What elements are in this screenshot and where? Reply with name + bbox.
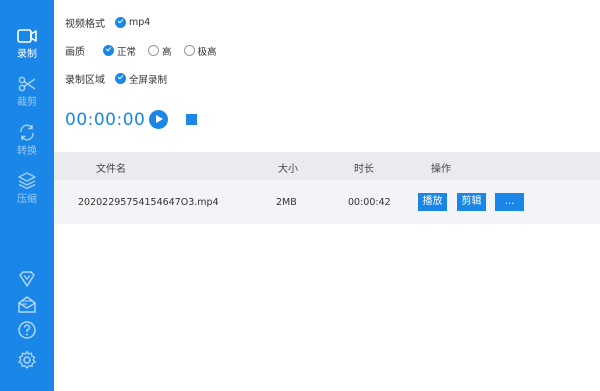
radio-icon [148,45,160,56]
sidebar-item-label: 裁剪 [17,97,37,108]
diamond-icon[interactable] [17,269,37,289]
play-file-button[interactable]: 播放 [418,193,447,211]
stop-button[interactable] [186,114,197,125]
column-header-size[interactable]: 大小 [278,160,298,175]
checked-icon [115,73,126,84]
radio-icon [183,45,195,56]
quality-row: 画质 正常 高 极高 [65,43,229,58]
quality-option-high[interactable]: 高 [148,44,172,58]
file-duration: 00:00:42 [348,197,391,208]
play-button[interactable] [149,110,168,129]
more-options-button[interactable]: ... [495,193,524,211]
format-label: 视频格式 [65,19,105,30]
format-row: 视频格式 mp4 [65,15,162,30]
sidebar: 录制 裁剪 转换 压缩 [0,0,54,391]
sidebar-item-convert[interactable]: 转换 [0,124,54,157]
sidebar-item-label: 转换 [17,146,37,157]
table-header: 文件名 大小 时长 操作 [54,152,600,180]
recording-timer: 00:00:00 [65,110,146,130]
convert-icon [20,124,34,141]
file-size: 2MB [276,197,297,208]
edit-file-button[interactable]: 剪辑 [457,193,486,211]
file-name: 20202295754154647O3.mp4 [78,197,219,208]
region-row: 录制区域 全屏录制 [65,71,179,86]
settings-icon[interactable] [17,350,37,370]
app-window: 录制 裁剪 转换 压缩 视频格式 mp4 画质 正常 高 极高 录制区域 全屏录… [0,0,600,391]
format-option-mp4[interactable]: mp4 [115,17,150,28]
help-icon[interactable] [17,320,37,340]
sidebar-item-crop[interactable]: 裁剪 [0,76,54,108]
sidebar-item-compress[interactable]: 压缩 [0,172,54,205]
region-option-fullscreen[interactable]: 全屏录制 [115,72,167,86]
compress-layers-icon [18,172,36,189]
sidebar-item-record[interactable]: 录制 [0,28,54,60]
quality-option-ultra[interactable]: 极高 [183,44,217,58]
quality-label: 画质 [65,47,85,58]
mail-icon[interactable] [17,295,37,315]
checked-icon [103,45,114,56]
video-camera-icon [17,29,37,43]
column-header-filename[interactable]: 文件名 [96,160,126,175]
scissors-icon [18,76,36,92]
quality-option-normal[interactable]: 正常 [103,44,136,58]
column-header-actions: 操作 [431,164,451,175]
main-panel: 视频格式 mp4 画质 正常 高 极高 录制区域 全屏录制 00:00:00 文… [54,0,600,391]
sidebar-item-label: 压缩 [17,194,37,205]
region-label: 录制区域 [65,75,105,86]
sidebar-item-label: 录制 [17,49,37,60]
checked-icon [115,17,126,28]
column-header-duration[interactable]: 时长 [354,160,374,175]
